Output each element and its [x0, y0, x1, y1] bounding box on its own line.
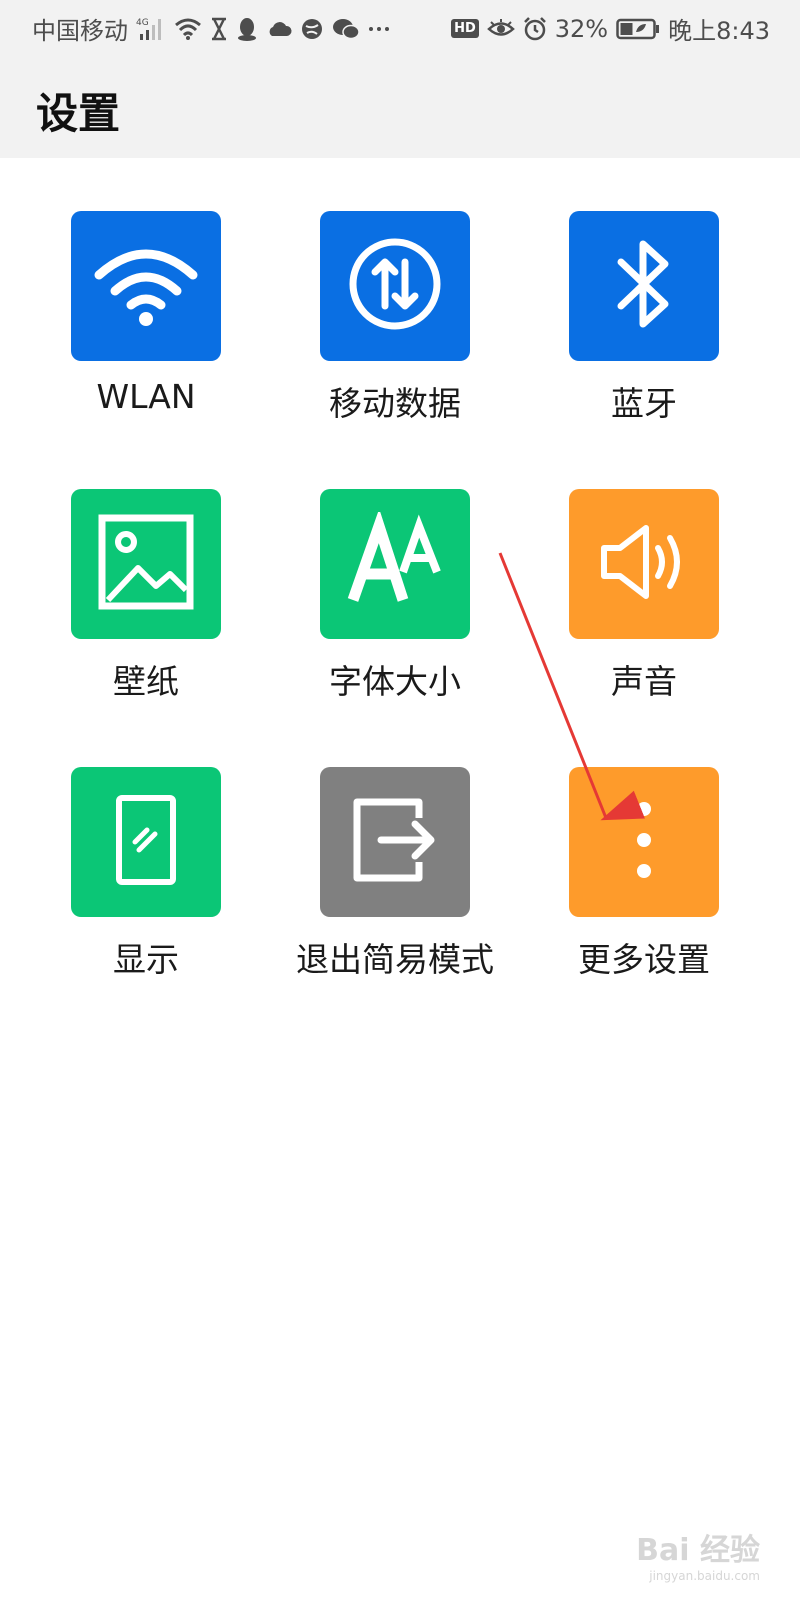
- annotation-arrow-line: [498, 552, 645, 821]
- watermark-subtext: jingyan.baidu.com: [649, 1569, 760, 1583]
- baidu-jingyan-watermark: Bai 经验 jingyan.baidu.com: [636, 1533, 760, 1583]
- watermark-text: Bai 经验: [636, 1533, 760, 1568]
- annotation-arrow: [498, 552, 645, 821]
